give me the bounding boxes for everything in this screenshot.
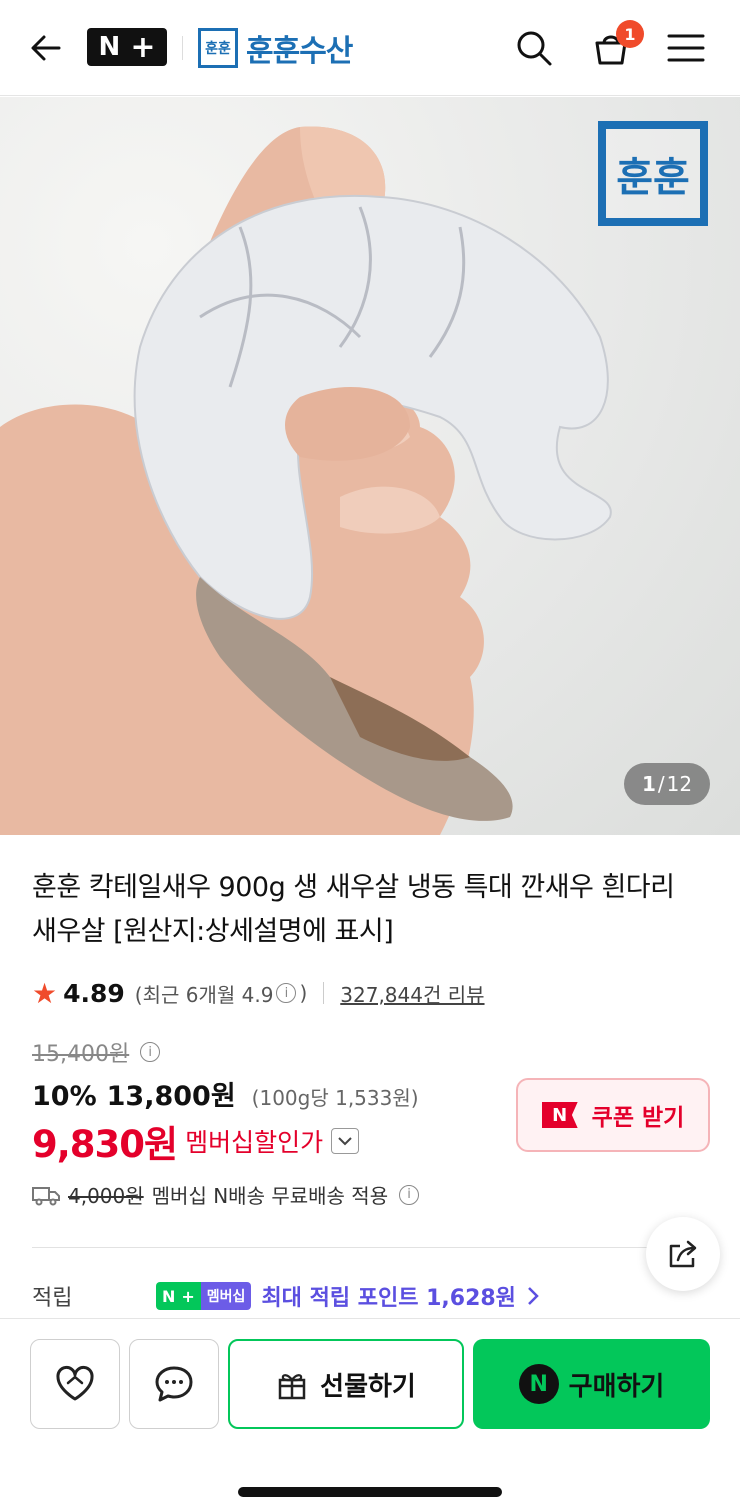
unit-price: (100g당 1,533원) (251, 1086, 419, 1110)
points-row[interactable]: 적립 N + 멤버십 최대 적립 포인트 1,628원 (32, 1280, 632, 1312)
search-icon (517, 31, 552, 66)
nplus-n: N (98, 32, 121, 62)
naver-plus-store-logo[interactable]: N + (87, 28, 167, 66)
shipping-row: 4,000원 멤버십 N배송 무료배송 적용 i (32, 1180, 422, 1209)
wishlist-button[interactable] (30, 1339, 120, 1429)
recent-rating-prefix: (최근 6개월 4.9 (134, 982, 274, 1007)
top-header: N + 훈훈 훈훈수산 1 (0, 0, 740, 96)
rating-divider (323, 982, 325, 1004)
member-price-row: 9,830원 멤버십할인가 (32, 1114, 360, 1168)
hamburger-menu-icon (667, 34, 705, 62)
shipping-info-icon[interactable]: i (399, 1184, 420, 1205)
member-price-label: 멤버십할인가 (185, 1128, 324, 1157)
coupon-n-icon: N (541, 1102, 578, 1128)
store-brand[interactable]: 훈훈 훈훈수산 (198, 26, 353, 70)
discount-rate: 10% (32, 1081, 97, 1112)
product-title: 훈훈 칵테일새우 900g 생 새우살 냉동 특대 깐새우 흰다리새우살 [원산… (32, 872, 675, 947)
gift-box-icon (278, 1374, 306, 1400)
truck-icon (32, 1186, 60, 1205)
points-label: 적립 (32, 1286, 73, 1311)
coupon-button[interactable]: N 쿠폰 받기 (516, 1078, 710, 1152)
membership-badge-label: 멤버십 (200, 1282, 252, 1310)
chevron-down-icon (338, 1137, 352, 1146)
nplus-badge-green: N + (156, 1282, 201, 1310)
original-price-row: 15,400원 i (32, 1036, 163, 1068)
section-divider (32, 1247, 708, 1248)
image-current: 1 (641, 772, 656, 796)
plus-icon: + (181, 1286, 195, 1306)
arrow-left-icon (31, 35, 61, 61)
image-counter: 1 / 12 (624, 763, 710, 805)
chat-bubble-icon (155, 1366, 193, 1402)
buy-label: 구매하기 (568, 1371, 665, 1402)
talk-talk-button[interactable] (129, 1339, 219, 1429)
brand-watermark-logo: 훈훈 (598, 121, 708, 226)
shipping-original-fee: 4,000원 (68, 1184, 144, 1208)
recent-rating-suffix: ) (299, 981, 308, 1005)
points-text: 최대 적립 포인트 1,628원 (261, 1286, 516, 1311)
sale-price: 13,800원 (106, 1081, 236, 1112)
cart-button[interactable]: 1 (586, 20, 644, 72)
nplus-membership-badge: N + 멤버십 (156, 1282, 252, 1310)
header-divider (182, 36, 183, 60)
image-counter-sep: / (657, 772, 665, 796)
heart-icon (56, 1366, 94, 1401)
back-button[interactable] (22, 24, 70, 72)
shipping-text: 멤버십 N배송 무료배송 적용 (151, 1184, 389, 1208)
brand-name: 훈훈수산 (246, 34, 353, 69)
member-price-expand-button[interactable] (331, 1128, 360, 1154)
price-info-icon[interactable]: i (140, 1042, 161, 1062)
share-icon (669, 1240, 697, 1268)
star-icon: ★ (32, 976, 58, 1010)
buy-button[interactable]: N 구매하기 (473, 1339, 710, 1429)
coupon-label: 쿠폰 받기 (591, 1105, 685, 1131)
menu-button[interactable] (662, 24, 710, 72)
sale-price-row: 10% 13,800원 (100g당 1,533원) (32, 1074, 419, 1113)
share-button[interactable] (646, 1217, 720, 1291)
brand-logo: 훈훈 (198, 28, 238, 68)
info-icon[interactable]: i (276, 983, 297, 1003)
search-button[interactable] (510, 24, 558, 72)
product-image-carousel[interactable]: 훈훈 1 / 12 (0, 97, 740, 835)
nplus-badge-n: N (162, 1286, 176, 1306)
gift-label: 선물하기 (320, 1371, 416, 1402)
gift-button[interactable]: 선물하기 (228, 1339, 464, 1429)
naver-pay-n-icon: N (518, 1364, 559, 1404)
rating-row: ★ 4.89 (최근 6개월 4.9 i ) 327,844건 리뷰 (32, 976, 485, 1010)
original-price: 15,400원 (32, 1042, 130, 1067)
image-total: 12 (666, 772, 693, 796)
cart-count-badge: 1 (616, 20, 644, 48)
bottom-action-bar: 선물하기 N 구매하기 (0, 1318, 740, 1512)
member-price: 9,830원 (32, 1123, 178, 1166)
review-count-link[interactable]: 327,844건 리뷰 (340, 979, 484, 1008)
product-page: N + 훈훈 훈훈수산 1 훈훈 1 / 12 훈훈 칵테일새우 900g 생 … (0, 0, 740, 1512)
rating-score: 4.89 (63, 978, 125, 1008)
plus-icon: + (130, 29, 156, 65)
chevron-right-icon (528, 1287, 539, 1305)
home-indicator (238, 1487, 502, 1497)
